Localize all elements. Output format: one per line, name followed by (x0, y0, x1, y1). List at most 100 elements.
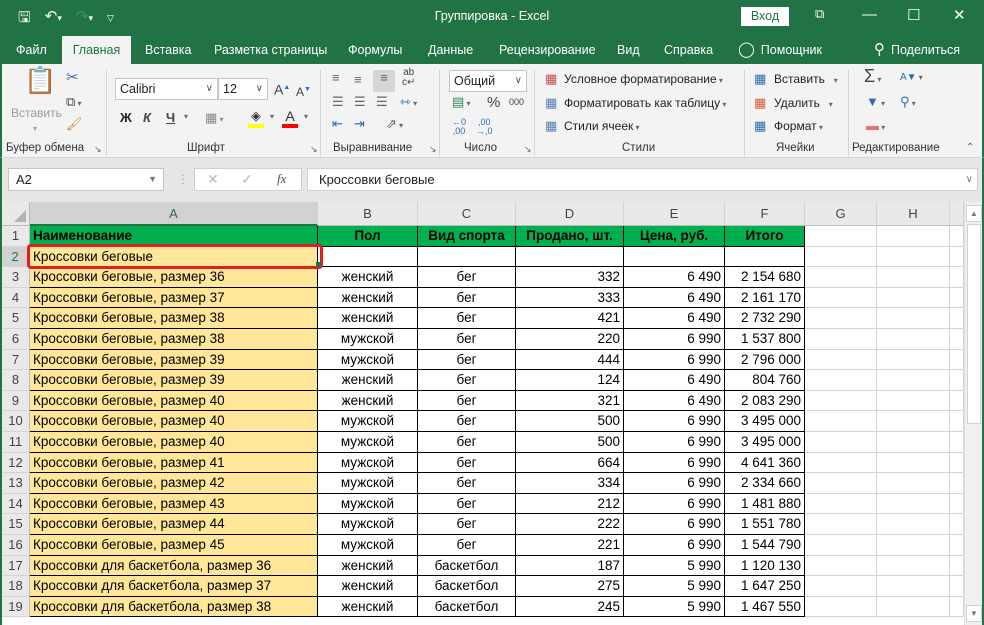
table-cell[interactable]: мужской (318, 432, 418, 453)
decrease-indent-icon[interactable]: ⇤ (332, 116, 343, 132)
currency-format-icon[interactable]: ▤ ▾ (452, 94, 471, 112)
table-cell[interactable]: 275 (516, 576, 624, 597)
empty-cell[interactable] (877, 246, 950, 268)
table-cell[interactable]: Кроссовки беговые, размер 39 (30, 370, 318, 391)
table-cell[interactable]: 5 990 (624, 576, 725, 597)
autosum-icon[interactable]: Σ ▾ (864, 67, 881, 88)
table-cell[interactable]: бег (418, 493, 516, 515)
table-cell[interactable]: 212 (516, 493, 624, 515)
table-cell[interactable]: 804 760 (725, 370, 805, 391)
bold-button[interactable]: Ж (120, 110, 132, 125)
table-cell[interactable]: мужской (318, 473, 418, 494)
table-cell[interactable]: Кроссовки беговые, размер 38 (30, 329, 318, 350)
column-header-d[interactable]: D (516, 202, 624, 226)
row-header-14[interactable]: 14 (2, 493, 30, 515)
table-cell[interactable]: бег (418, 473, 516, 494)
table-cell[interactable]: 1 647 250 (725, 576, 805, 597)
empty-cell[interactable] (805, 596, 877, 618)
table-cell[interactable] (624, 246, 725, 268)
table-cell[interactable]: 1 544 790 (725, 535, 805, 556)
empty-cell[interactable] (877, 473, 950, 494)
table-cell[interactable] (725, 246, 805, 268)
comma-style-button[interactable]: 000 (509, 97, 524, 107)
empty-cell[interactable] (950, 473, 964, 494)
header-cell[interactable]: Пол (318, 226, 418, 247)
conditional-formatting-button[interactable]: Условное форматирование ▾ (564, 72, 723, 86)
formula-input[interactable]: Кроссовки беговые ∨ (307, 168, 978, 191)
tab-help[interactable]: Справка (664, 36, 713, 64)
tab-tell-me[interactable]: ◯ Помощник (738, 36, 822, 64)
table-cell[interactable]: бег (418, 535, 516, 556)
table-cell[interactable]: Кроссовки беговые, размер 37 (30, 287, 318, 309)
empty-cell[interactable] (805, 452, 877, 474)
increase-decimal-icon[interactable]: ←0,00 (452, 118, 466, 136)
table-cell[interactable]: Кроссовки беговые, размер 38 (30, 308, 318, 329)
empty-cell[interactable] (805, 432, 877, 453)
table-cell[interactable]: мужской (318, 411, 418, 432)
increase-indent-icon[interactable]: ⇥ (354, 116, 365, 132)
table-cell[interactable]: бег (418, 349, 516, 371)
table-cell[interactable]: 220 (516, 329, 624, 350)
table-cell[interactable]: Кроссовки беговые, размер 39 (30, 349, 318, 371)
paste-button[interactable]: Вставить (11, 106, 62, 120)
table-cell[interactable]: 6 990 (624, 535, 725, 556)
empty-cell[interactable] (950, 287, 964, 309)
scroll-thumb[interactable] (967, 224, 981, 424)
empty-cell[interactable] (805, 308, 877, 329)
empty-cell[interactable] (805, 246, 877, 268)
table-cell[interactable]: бег (418, 329, 516, 350)
table-cell[interactable]: 500 (516, 432, 624, 453)
align-right-icon[interactable]: ☰ (376, 94, 388, 110)
empty-cell[interactable] (950, 535, 964, 556)
table-cell[interactable]: 6 990 (624, 473, 725, 494)
row-header-2[interactable]: 2 (2, 246, 30, 268)
table-cell[interactable]: 5 990 (624, 555, 725, 577)
row-header-12[interactable]: 12 (2, 452, 30, 474)
table-cell[interactable]: Кроссовки для баскетбола, размер 37 (30, 576, 318, 597)
clipboard-launcher-icon[interactable]: ↘ (94, 144, 102, 155)
tab-file[interactable]: Файл (16, 36, 47, 64)
empty-cell[interactable] (805, 329, 877, 350)
table-cell[interactable]: 124 (516, 370, 624, 391)
table-cell[interactable]: 6 490 (624, 287, 725, 309)
table-cell[interactable]: мужской (318, 535, 418, 556)
table-cell[interactable]: 6 990 (624, 452, 725, 474)
empty-cell[interactable] (805, 390, 877, 412)
align-top-icon[interactable]: ≡ (332, 70, 340, 86)
fill-color-icon[interactable]: ◈ (248, 108, 264, 128)
table-cell[interactable]: бег (418, 514, 516, 535)
table-cell[interactable] (318, 246, 418, 268)
table-cell[interactable]: 1 551 780 (725, 514, 805, 535)
number-format-select[interactable]: Общий ∨ (449, 70, 527, 92)
login-button[interactable]: Вход (741, 7, 789, 26)
select-all-button[interactable] (2, 202, 30, 226)
table-cell[interactable]: 4 641 360 (725, 452, 805, 474)
column-header-g[interactable]: G (805, 202, 877, 226)
table-cell[interactable]: женский (318, 596, 418, 618)
maximize-icon[interactable]: ☐ (907, 6, 920, 24)
tab-home[interactable]: Главная (62, 36, 131, 64)
decrease-font-size-icon[interactable]: A▼ (296, 82, 311, 100)
empty-cell[interactable] (950, 411, 964, 432)
cut-icon[interactable]: ✂ (66, 70, 79, 86)
share-button[interactable]: ⚲ Поделиться (874, 36, 960, 64)
header-cell[interactable] (805, 226, 877, 247)
paste-dropdown-icon[interactable]: ▾ (33, 124, 37, 133)
scroll-up-icon[interactable]: ▲ (966, 205, 982, 222)
empty-cell[interactable] (877, 349, 950, 371)
empty-cell[interactable] (950, 452, 964, 474)
empty-cell[interactable] (950, 349, 964, 371)
row-header-1[interactable]: 1 (2, 226, 30, 247)
scroll-down-icon[interactable]: ▼ (966, 605, 982, 622)
fill-icon[interactable]: ▼ ▾ (866, 94, 885, 112)
table-cell[interactable]: 3 495 000 (725, 432, 805, 453)
empty-cell[interactable] (950, 226, 964, 247)
table-cell[interactable]: бег (418, 432, 516, 453)
table-cell[interactable]: 321 (516, 390, 624, 412)
table-cell[interactable]: 6 490 (624, 267, 725, 288)
row-header-4[interactable]: 4 (2, 287, 30, 309)
empty-cell[interactable] (805, 514, 877, 535)
format-as-table-button[interactable]: Форматировать как таблицу ▾ (564, 96, 726, 110)
empty-cell[interactable] (950, 390, 964, 412)
table-cell[interactable]: женский (318, 555, 418, 577)
